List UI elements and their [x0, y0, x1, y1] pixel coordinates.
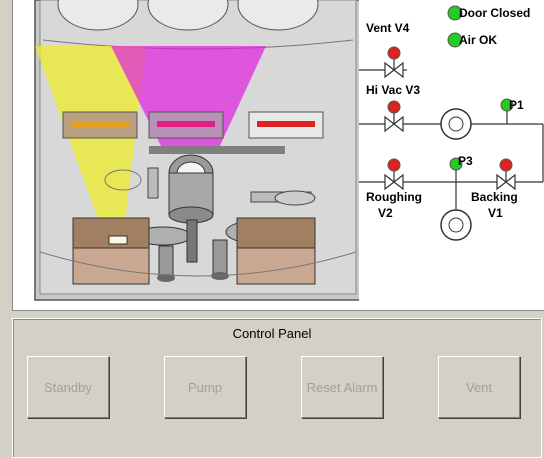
source-right-glow [257, 121, 315, 127]
backing-v1-led [499, 158, 513, 172]
stage-left-base [72, 247, 150, 285]
source-left-glow [71, 121, 129, 127]
shutter-bar [149, 146, 285, 154]
vacuum-system-view: Door Closed Air OK Vent V4 Hi Vac V3 P1 … [12, 0, 544, 311]
roughing-v2-led [387, 158, 401, 172]
p1-label: P1 [509, 98, 524, 112]
hi-vac-v3-label: Hi Vac V3 [366, 83, 421, 97]
backing-v1-label-line1: Backing [471, 190, 518, 204]
pump-button[interactable]: Pump [164, 356, 246, 418]
hi-vac-v3-led [387, 100, 401, 114]
air-ok-label: Air OK [459, 33, 498, 47]
roughing-v2-label-line1: Roughing [366, 190, 422, 204]
feedthrough-3 [212, 239, 228, 277]
arm-disc [274, 190, 316, 206]
roughing-pump-rotor [448, 217, 464, 233]
control-panel-title: Control Panel [232, 326, 312, 341]
source-center-glow [157, 121, 215, 127]
feedthrough-2 [186, 219, 198, 263]
stage-left-sample [108, 235, 128, 245]
p3-label: P3 [458, 154, 473, 168]
vacuum-schematic [359, 5, 544, 241]
vent-v4-led [387, 46, 401, 60]
turbo-pump-rotor [448, 116, 464, 132]
reset-alarm-button[interactable]: Reset Alarm [301, 356, 383, 418]
vent-v4-label: Vent V4 [366, 21, 410, 35]
stage-right-top [236, 217, 316, 249]
vent-button[interactable]: Vent [438, 356, 520, 418]
post-left [147, 167, 159, 199]
door-closed-label: Door Closed [459, 6, 531, 20]
backing-v1-label-line2: V1 [488, 206, 503, 220]
chamber-illustration [34, 0, 359, 301]
standby-button[interactable]: Standby [27, 356, 109, 418]
stage-right-base [236, 247, 316, 285]
feedthrough-1 [158, 245, 174, 279]
roughing-v2-label-line2: V2 [378, 206, 393, 220]
